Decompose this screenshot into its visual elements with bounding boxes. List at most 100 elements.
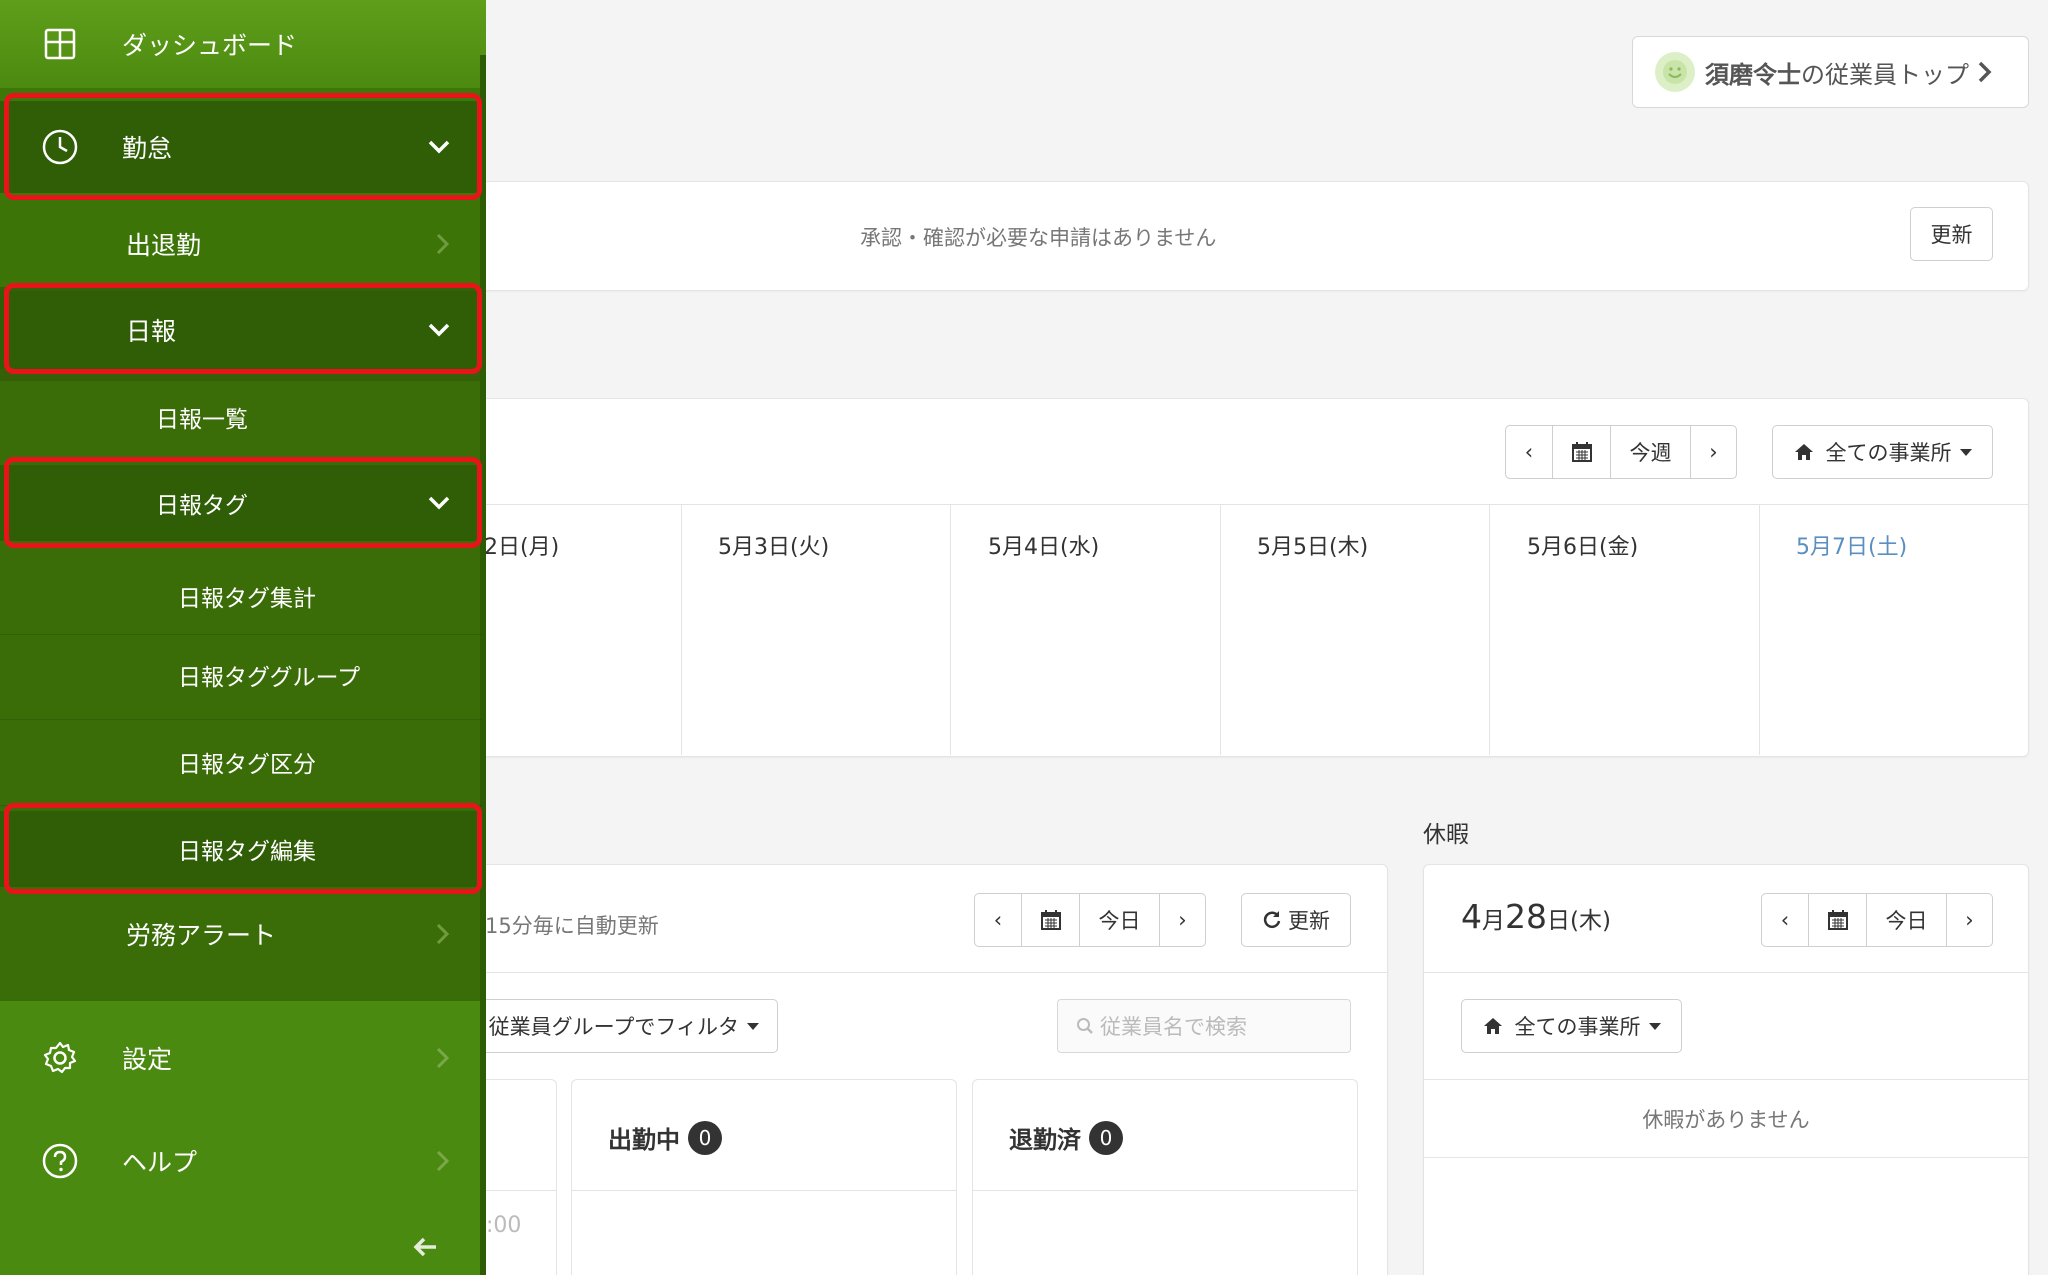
week-day-thu: 5月5日(木) xyxy=(1257,535,1369,560)
group-filter-label: 従業員グループでフィルタ xyxy=(488,1015,739,1039)
week-column xyxy=(681,505,682,755)
caret-down-icon xyxy=(747,1022,759,1030)
chevron-right-icon xyxy=(436,923,450,945)
sidebar-item-daily-report-list[interactable]: 日報一覧 xyxy=(0,380,480,454)
calendar-button[interactable] xyxy=(1808,894,1866,946)
approval-refresh-button[interactable]: 更新 xyxy=(1910,207,1993,261)
sidebar-item-tag-category[interactable]: 日報タグ区分 xyxy=(0,723,480,800)
vacation-today-button[interactable]: 今日 xyxy=(1866,894,1946,946)
day-nav-group: ‹ 今日 › xyxy=(974,893,1206,947)
divider xyxy=(572,1190,956,1191)
sidebar-item-settings[interactable]: 設定 xyxy=(0,1015,480,1101)
office-filter-dropdown[interactable]: 全ての事業所 xyxy=(1772,425,1993,479)
calendar-icon xyxy=(1040,909,1062,931)
employee-search-input[interactable]: 従業員名で検索 xyxy=(1057,999,1351,1053)
this-week-button[interactable]: 今週 xyxy=(1610,426,1690,478)
today-button[interactable]: 今日 xyxy=(1079,894,1159,946)
week-next-button[interactable]: › xyxy=(1690,426,1736,478)
approval-card xyxy=(440,181,2029,291)
sidebar-item-label: ダッシュボード xyxy=(122,31,298,60)
left-label: 退勤済 xyxy=(1009,1126,1081,1154)
week-prev-button[interactable]: ‹ xyxy=(1506,426,1552,478)
caret-down-icon xyxy=(1648,1022,1661,1030)
sidebar-item-label: 日報タグ区分 xyxy=(178,751,316,778)
week-day-mon: 2日(月) xyxy=(484,535,560,560)
sidebar-item-label: ヘルプ xyxy=(122,1148,198,1177)
refresh-icon xyxy=(1262,910,1282,930)
chevron-right-icon xyxy=(1977,61,1993,83)
divider xyxy=(440,972,1388,973)
day-next-button[interactable]: › xyxy=(1159,894,1205,946)
sidebar-item-clock-in-out[interactable]: 出退勤 xyxy=(0,205,480,283)
week-column xyxy=(1489,505,1490,755)
chevron-right-icon xyxy=(436,1047,450,1069)
sidebar-item-help[interactable]: ヘルプ xyxy=(0,1118,480,1204)
highlight-daily-report-tags xyxy=(4,457,482,548)
vacation-empty-message: 休暇がありません xyxy=(1642,1108,1810,1132)
time-fragment: :00 xyxy=(486,1213,522,1238)
calendar-button[interactable] xyxy=(1021,894,1079,946)
day-prev-button[interactable]: ‹ xyxy=(975,894,1021,946)
attendance-refresh-button[interactable]: 更新 xyxy=(1241,893,1351,947)
sidebar-item-label: 労務アラート xyxy=(126,921,277,950)
week-column xyxy=(950,505,951,755)
left-count-badge: 0 xyxy=(1089,1120,1123,1155)
home-icon xyxy=(1794,443,1814,461)
sidebar: ダッシュボード 勤怠 出退勤 日報 日報一覧 日報タグ 日報タグ集計 日報タググ… xyxy=(0,0,486,1275)
chevron-right-icon xyxy=(436,1150,450,1172)
sidebar-item-tag-summary[interactable]: 日報タグ集計 xyxy=(0,557,480,634)
highlight-attendance xyxy=(4,93,482,200)
working-card: 出勤中 0 xyxy=(571,1079,957,1275)
sidebar-item-dashboard[interactable]: ダッシュボード xyxy=(0,8,480,80)
divider xyxy=(1423,1079,2029,1080)
refresh-label: 更新 xyxy=(1288,909,1330,933)
sidebar-item-label: 日報タググループ xyxy=(178,664,361,691)
vacation-date-month-suffix: 月 xyxy=(1482,908,1505,934)
home-icon xyxy=(1483,1017,1503,1035)
calendar-icon xyxy=(1827,909,1849,931)
employee-top-link[interactable]: 須磨令士 の従業員トップ xyxy=(1632,36,2029,108)
highlight-tag-edit xyxy=(4,803,482,894)
divider xyxy=(0,719,482,720)
divider xyxy=(1423,1157,2029,1158)
highlight-daily-report xyxy=(4,283,482,374)
approval-message: 承認・確認が必要な申請はありません xyxy=(860,226,1217,250)
caret-down-icon xyxy=(1959,448,1972,456)
search-icon xyxy=(1076,1017,1094,1035)
vacation-date-weekday: (木) xyxy=(1570,908,1611,934)
working-label: 出勤中 xyxy=(608,1126,680,1154)
vacation-date-day: 28 xyxy=(1505,897,1547,936)
chevron-right-icon xyxy=(436,233,450,255)
dashboard-icon xyxy=(44,28,76,60)
calendar-button[interactable] xyxy=(1552,426,1610,478)
collapse-sidebar-icon[interactable] xyxy=(412,1236,438,1258)
help-icon xyxy=(42,1143,78,1179)
gear-icon xyxy=(42,1040,78,1076)
left-card: 退勤済 0 xyxy=(972,1079,1358,1275)
sidebar-item-tag-group[interactable]: 日報タググループ xyxy=(0,636,480,713)
sidebar-item-labor-alert[interactable]: 労務アラート xyxy=(0,895,480,973)
vacation-date-day-suffix: 日 xyxy=(1547,908,1570,934)
week-day-wed: 5月4日(水) xyxy=(988,535,1100,560)
employee-name: 須磨令士 xyxy=(1705,60,1801,89)
sidebar-scrollbar[interactable] xyxy=(480,55,486,1275)
sidebar-item-label: 日報タグ集計 xyxy=(178,585,316,612)
avatar xyxy=(1655,52,1695,92)
divider xyxy=(440,504,2029,505)
search-placeholder: 従業員名で検索 xyxy=(1100,1015,1247,1039)
vacation-nav-group: ‹ 今日 › xyxy=(1761,893,1993,947)
vacation-office-filter-dropdown[interactable]: 全ての事業所 xyxy=(1461,999,1682,1053)
vacation-next-button[interactable]: › xyxy=(1946,894,1992,946)
sidebar-item-label: 日報一覧 xyxy=(156,407,248,433)
week-day-sat: 5月7日(土) xyxy=(1796,535,1908,560)
vacation-date: 4 月 28 日 (木) xyxy=(1461,897,1611,936)
sidebar-item-label: 設定 xyxy=(122,1045,173,1074)
week-day-tue: 5月3日(火) xyxy=(718,535,830,560)
vacation-section-title: 休暇 xyxy=(1423,822,1469,848)
divider xyxy=(1423,972,2029,973)
vacation-office-filter-label: 全ての事業所 xyxy=(1514,1015,1641,1039)
week-column xyxy=(1759,505,1760,755)
vacation-prev-button[interactable]: ‹ xyxy=(1762,894,1808,946)
vacation-date-month: 4 xyxy=(1461,897,1482,936)
week-nav-group: ‹ 今週 › xyxy=(1505,425,1737,479)
